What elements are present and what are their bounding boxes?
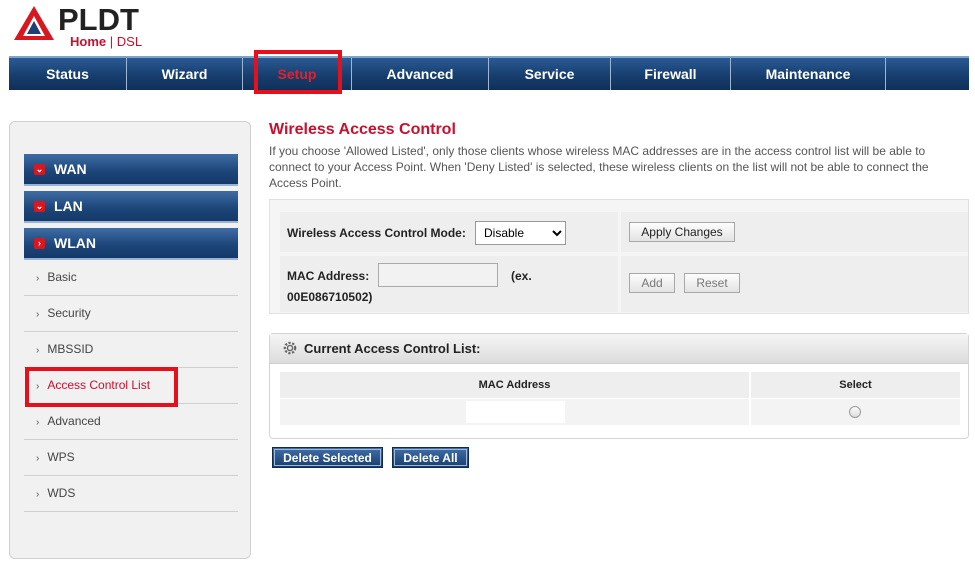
brand-name: PLDT xyxy=(58,2,139,37)
sidebar-group-label: WAN xyxy=(54,161,87,177)
nav-setup[interactable]: Setup xyxy=(243,58,352,90)
sidebar-item-wds[interactable]: › WDS xyxy=(24,476,238,512)
bullet-icon: › xyxy=(36,489,40,500)
mac-example-value: 00E086710502) xyxy=(287,290,373,304)
acl-panel-title: Current Access Control List: xyxy=(304,341,481,356)
gear-icon xyxy=(283,341,297,355)
chevron-down-icon: ⌄ xyxy=(34,201,45,212)
sidebar-group-lan[interactable]: ⌄ LAN xyxy=(24,191,238,223)
sidebar-item-advanced[interactable]: › Advanced xyxy=(24,404,238,440)
sidebar-item-security[interactable]: › Security xyxy=(24,296,238,332)
bullet-icon: › xyxy=(36,345,40,356)
acl-row-mac-cell xyxy=(280,399,749,425)
brand-home: Home xyxy=(70,34,107,49)
current-acl-panel: Current Access Control List: MAC Address… xyxy=(269,333,969,439)
page-title: Wireless Access Control xyxy=(269,121,456,138)
mac-address-input[interactable] xyxy=(378,263,498,287)
page: PLDT Home | DSL Status Wizard Setup Adva… xyxy=(0,0,975,566)
bullet-icon: › xyxy=(36,273,40,284)
nav-service[interactable]: Service xyxy=(489,58,611,90)
sidebar-item-label: Basic xyxy=(47,270,77,284)
reset-button[interactable]: Reset xyxy=(684,273,740,293)
sidebar-item-mbssid[interactable]: › MBSSID xyxy=(24,332,238,368)
sidebar-group-wan[interactable]: ⌄ WAN xyxy=(24,154,238,186)
pldt-triangle-icon xyxy=(14,6,54,40)
col-select: Select xyxy=(751,372,960,398)
delete-all-button[interactable]: Delete All xyxy=(392,447,469,468)
nav-empty xyxy=(886,58,969,90)
apply-changes-button[interactable]: Apply Changes xyxy=(629,222,735,242)
sidebar-item-label: WPS xyxy=(47,450,75,464)
main-content: Wireless Access Control If you choose 'A… xyxy=(269,121,969,191)
sidebar-group-label: LAN xyxy=(54,198,83,214)
acl-panel-header: Current Access Control List: xyxy=(270,334,968,364)
sidebar: ⌄ WAN ⌄ LAN › WLAN › Basic › Security › MBS… xyxy=(9,121,251,559)
sidebar-item-label: WDS xyxy=(47,486,76,500)
access-control-mode-select[interactable]: Disable xyxy=(475,221,566,245)
acl-row-select-radio[interactable] xyxy=(849,406,861,418)
sidebar-group-wlan[interactable]: › WLAN xyxy=(24,228,238,260)
sidebar-group-label: WLAN xyxy=(54,235,96,251)
nav-wizard[interactable]: Wizard xyxy=(127,58,243,90)
nav-status[interactable]: Status xyxy=(9,58,127,90)
add-button[interactable]: Add xyxy=(629,273,675,293)
brand-subtitle: Home | DSL xyxy=(70,34,142,49)
nav-maintenance[interactable]: Maintenance xyxy=(731,58,886,90)
mode-label: Wireless Access Control Mode: xyxy=(287,226,466,240)
brand-dsl: DSL xyxy=(116,34,143,49)
mac-example-label: (ex. xyxy=(511,269,532,283)
bullet-icon: › xyxy=(36,417,40,428)
mac-address-label: MAC Address: xyxy=(287,269,370,283)
nav-firewall[interactable]: Firewall xyxy=(611,58,731,90)
page-description: If you choose 'Allowed Listed', only tho… xyxy=(269,144,929,190)
bullet-icon: › xyxy=(36,381,40,392)
sidebar-item-label: Security xyxy=(47,306,91,320)
chevron-down-icon: ⌄ xyxy=(34,164,45,175)
access-control-form: Wireless Access Control Mode: Disable Ap… xyxy=(269,199,969,314)
sidebar-item-access-control-list[interactable]: › Access Control List xyxy=(24,368,238,404)
sidebar-item-wps[interactable]: › WPS xyxy=(24,440,238,476)
bullet-icon: › xyxy=(36,309,40,320)
pldt-logo: PLDT Home | DSL xyxy=(12,2,152,50)
sidebar-item-label: MBSSID xyxy=(47,342,94,356)
chevron-right-icon: › xyxy=(34,238,45,249)
sidebar-item-label: Access Control List xyxy=(47,378,151,392)
top-nav: Status Wizard Setup Advanced Service Fir… xyxy=(9,56,969,90)
sidebar-item-basic[interactable]: › Basic xyxy=(24,260,238,296)
brand-separator: | xyxy=(109,34,114,49)
acl-row-select-cell xyxy=(751,399,960,425)
sidebar-item-label: Advanced xyxy=(47,414,101,428)
col-mac-address: MAC Address xyxy=(280,372,749,398)
nav-advanced[interactable]: Advanced xyxy=(352,58,489,90)
delete-selected-button[interactable]: Delete Selected xyxy=(272,447,383,468)
acl-row-mac-value xyxy=(466,401,565,423)
bullet-icon: › xyxy=(36,453,40,464)
